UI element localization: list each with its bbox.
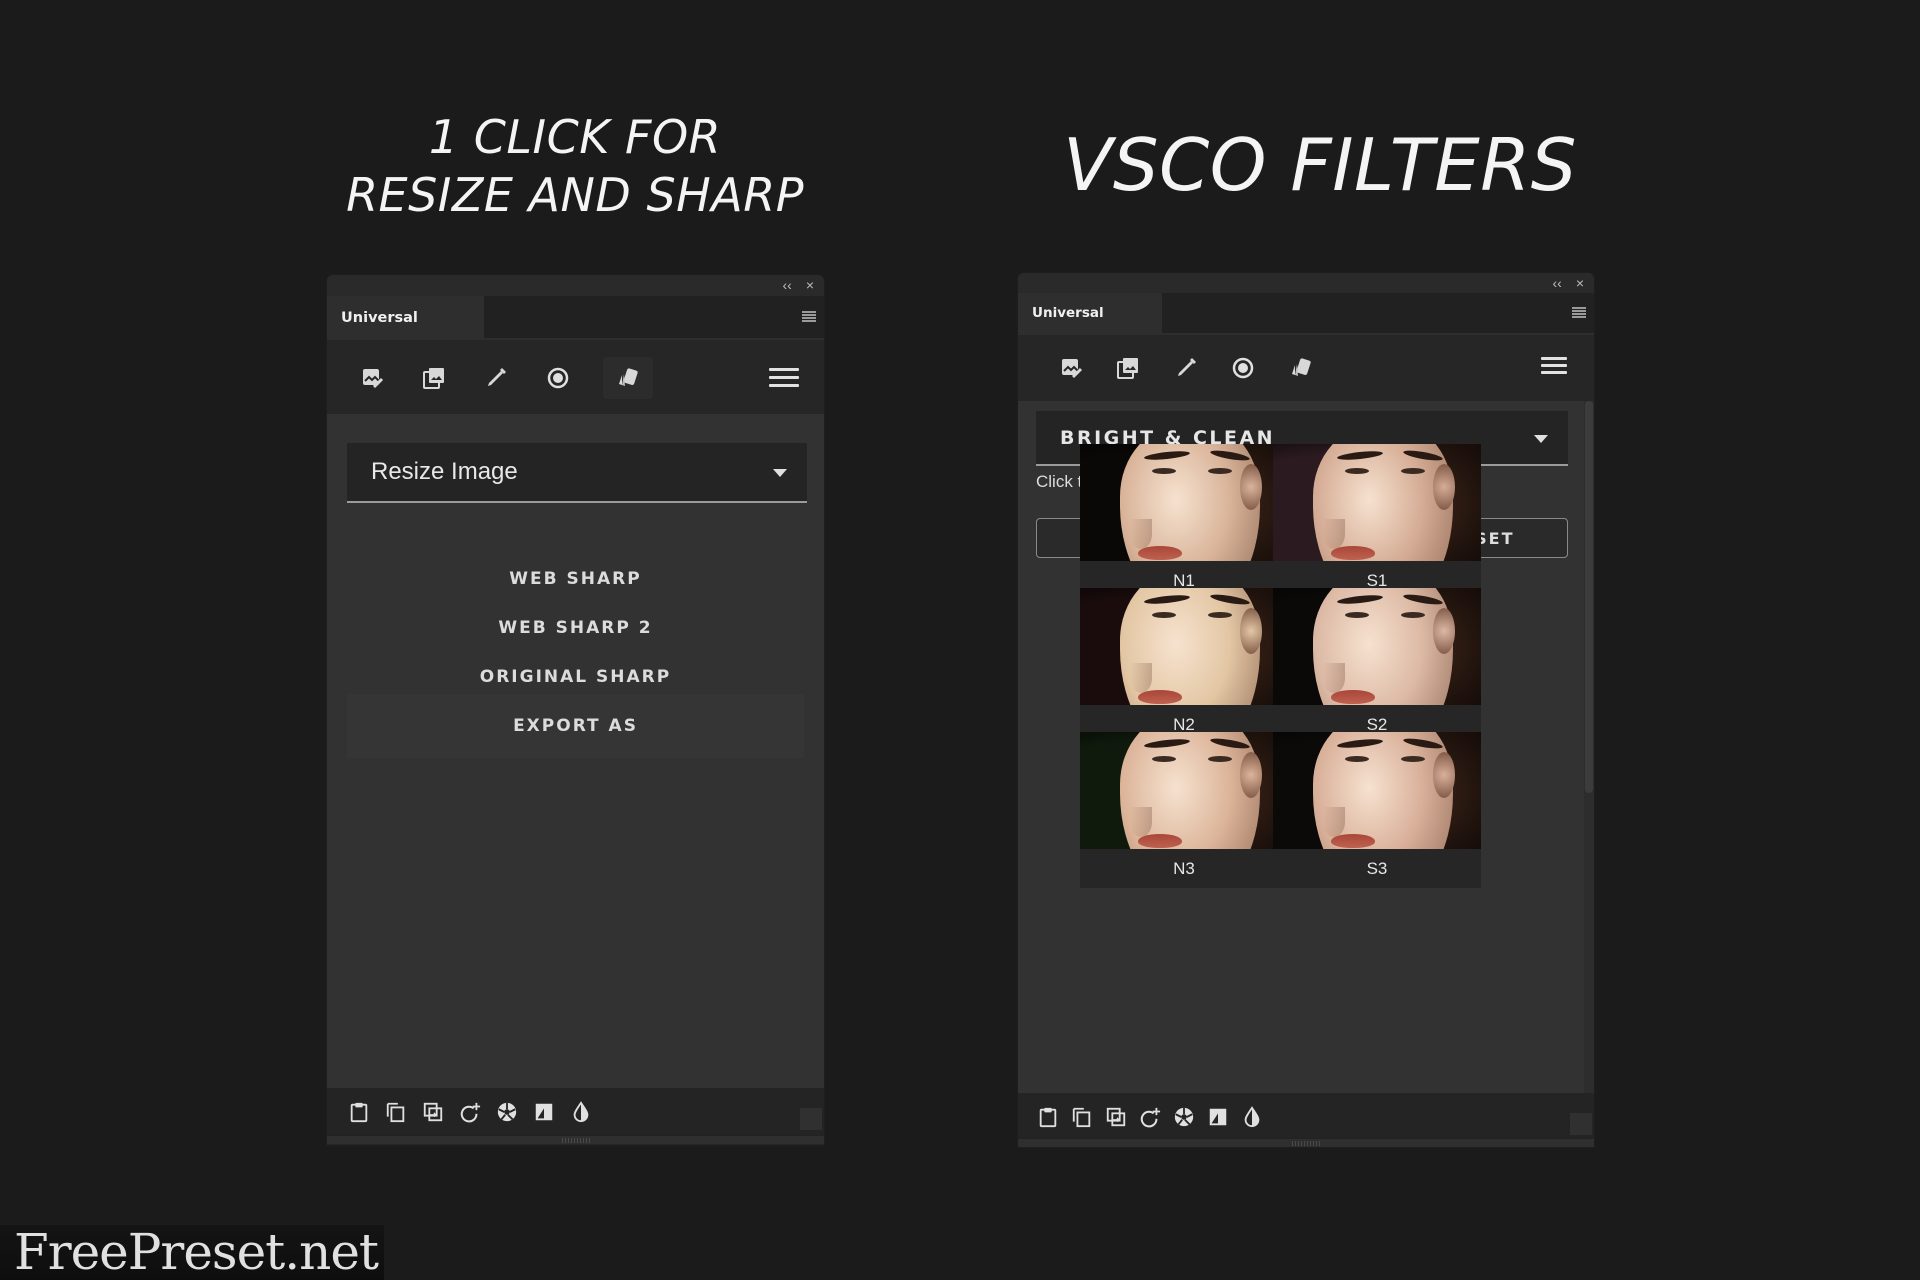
collapse-icon[interactable]: ‹‹ xyxy=(782,277,791,293)
preset-preview-image xyxy=(1273,444,1481,561)
rotate-add-icon[interactable] xyxy=(458,1100,482,1124)
panel-flyout-menu-icon[interactable] xyxy=(802,311,816,323)
panel-footer xyxy=(1018,1093,1594,1138)
mode-dropdown[interactable]: Resize Image xyxy=(347,443,807,503)
tab-universal-retouch[interactable]: Universal Retouch xyxy=(327,296,484,370)
scrollbar[interactable] xyxy=(1584,401,1594,1093)
right-panel: ‹‹ × Universal Retouch BRIGHT & CLEAN Cl… xyxy=(1018,273,1594,1147)
preset-preview-image xyxy=(1080,444,1288,561)
levels-icon[interactable] xyxy=(1206,1105,1230,1129)
panel-tab-row: Universal Retouch xyxy=(1018,293,1594,361)
action-original-sharp[interactable]: ORIGINAL SHARP xyxy=(327,662,824,692)
preset-preview-image xyxy=(1273,732,1481,849)
aperture-icon[interactable] xyxy=(1172,1105,1196,1129)
footer-toolbar xyxy=(1036,1105,1264,1129)
radio-target-icon[interactable] xyxy=(533,357,583,399)
scrollbar-thumb[interactable] xyxy=(1585,401,1593,793)
toolbar xyxy=(1018,337,1594,401)
main-menu-icon[interactable] xyxy=(1541,357,1567,379)
main-menu-icon[interactable] xyxy=(769,368,799,390)
preset-label: N3 xyxy=(1173,859,1195,878)
preset-thumbnail[interactable]: S2 xyxy=(1273,588,1481,744)
preset-thumbnail[interactable]: N3 xyxy=(1080,732,1288,888)
left-panel: ‹‹ × Universal Retouch Resize Image WEB … xyxy=(327,275,824,1145)
headline-line-2: RESIZE AND SHARP xyxy=(346,168,804,222)
panel-footer xyxy=(327,1088,824,1135)
preset-preview-image xyxy=(1080,732,1288,849)
contrast-drop-icon[interactable] xyxy=(1240,1105,1264,1129)
retouch-image-icon[interactable] xyxy=(347,357,397,399)
footer-toolbar xyxy=(347,1100,593,1124)
headline-line-1: 1 CLICK FOR xyxy=(428,110,722,164)
action-web-sharp[interactable]: WEB SHARP xyxy=(327,564,824,594)
panel-titlebar: ‹‹ × xyxy=(327,275,824,296)
headline-vsco-filters: VSCO FILTERS xyxy=(1063,123,1577,207)
action-web-sharp-2[interactable]: WEB SHARP 2 xyxy=(327,613,824,643)
radio-target-icon[interactable] xyxy=(1218,347,1268,389)
panel-titlebar: ‹‹ × xyxy=(1018,273,1594,293)
tab-universal-retouch[interactable]: Universal Retouch xyxy=(1018,293,1162,361)
resize-corner[interactable] xyxy=(800,1108,822,1130)
mode-dropdown-value: Resize Image xyxy=(371,458,518,485)
preset-thumbnail[interactable]: N2 xyxy=(1080,588,1288,744)
retouch-image-icon[interactable] xyxy=(1046,347,1096,389)
contrast-drop-icon[interactable] xyxy=(569,1100,593,1124)
color-swatches-icon[interactable] xyxy=(1276,347,1326,389)
chevron-down-icon xyxy=(1534,435,1548,443)
preset-label: S3 xyxy=(1366,859,1388,878)
preset-thumbnail[interactable]: S1 xyxy=(1273,444,1481,600)
panel-flyout-menu-icon[interactable] xyxy=(1572,307,1586,319)
clipboard-icon[interactable] xyxy=(1036,1105,1060,1129)
brush-icon[interactable] xyxy=(1161,347,1211,389)
panel-resize-handle[interactable] xyxy=(1018,1138,1594,1147)
aperture-icon[interactable] xyxy=(495,1100,519,1124)
action-export-as[interactable]: EXPORT AS xyxy=(347,694,804,758)
watermark: FreePreset.net xyxy=(0,1225,384,1280)
color-swatches-icon[interactable] xyxy=(603,357,653,399)
duplicate-layer-icon[interactable] xyxy=(1104,1105,1128,1129)
panel-resize-handle[interactable] xyxy=(327,1135,824,1144)
toolbar xyxy=(327,342,824,414)
copy-icon[interactable] xyxy=(384,1100,408,1124)
photo-stack-icon[interactable] xyxy=(1103,347,1153,389)
panel-content: Resize Image WEB SHARP WEB SHARP 2 ORIGI… xyxy=(327,414,824,1088)
resize-corner[interactable] xyxy=(1570,1113,1592,1135)
preset-preview-image xyxy=(1080,588,1288,705)
close-icon[interactable]: × xyxy=(1576,275,1584,291)
copy-icon[interactable] xyxy=(1070,1105,1094,1129)
close-icon[interactable]: × xyxy=(806,277,814,293)
photo-stack-icon[interactable] xyxy=(409,357,459,399)
preset-preview-image xyxy=(1273,588,1481,705)
panel-content: BRIGHT & CLEAN Click to render color sty… xyxy=(1018,401,1594,1093)
levels-icon[interactable] xyxy=(532,1100,556,1124)
preset-thumbnail[interactable]: N1 xyxy=(1080,444,1288,600)
rotate-add-icon[interactable] xyxy=(1138,1105,1162,1129)
panel-tab-row: Universal Retouch xyxy=(327,296,824,370)
chevron-down-icon xyxy=(773,469,787,477)
collapse-icon[interactable]: ‹‹ xyxy=(1552,275,1561,291)
duplicate-layer-icon[interactable] xyxy=(421,1100,445,1124)
clipboard-icon[interactable] xyxy=(347,1100,371,1124)
preset-thumbnail[interactable]: S3 xyxy=(1273,732,1481,888)
headline-resize-sharp: 1 CLICK FOR RESIZE AND SHARP xyxy=(300,108,850,224)
brush-icon[interactable] xyxy=(471,357,521,399)
